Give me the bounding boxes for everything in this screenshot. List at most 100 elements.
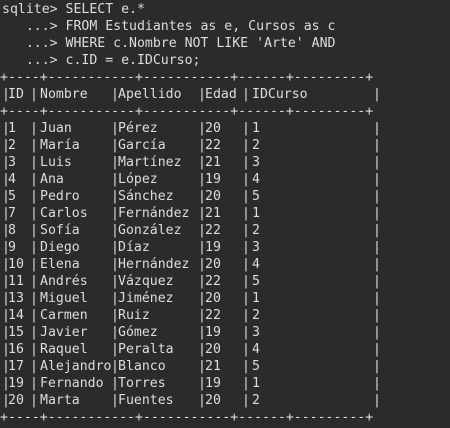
- sql-query-line: ...> WHERE c.Nombre NOT LIKE 'Arte' AND: [2, 36, 336, 51]
- table-cell: Luis: [40, 155, 72, 170]
- table-cell: Pedro: [40, 189, 80, 204]
- column-separator: |: [373, 257, 381, 272]
- column-separator: |: [373, 189, 381, 204]
- table-cell: 16: [8, 342, 24, 357]
- column-separator: |: [30, 240, 38, 255]
- column-separator: |: [242, 393, 250, 408]
- column-separator: |: [30, 223, 38, 238]
- table-cell: Fernando: [40, 376, 104, 391]
- column-separator: |: [30, 155, 38, 170]
- table-cell: Edad: [205, 87, 237, 102]
- table-cell: 21: [205, 155, 221, 170]
- table-cell: 3: [252, 240, 260, 255]
- table-row: | | | | | | 2 María García 22 2: [0, 137, 450, 154]
- table-cell: 15: [8, 325, 24, 340]
- table-row: | | | | | | 15 Javier Gómez 19 3: [0, 324, 450, 341]
- column-separator: |: [373, 87, 381, 102]
- table-cell: Miguel: [40, 291, 88, 306]
- column-separator: |: [373, 308, 381, 323]
- terminal-window[interactable]: sqlite> SELECT e.* ...> FROM Estudiantes…: [0, 0, 450, 428]
- table-cell: Torres: [118, 376, 166, 391]
- table-border-top: +----+-----------+-----------+------+---…: [0, 70, 374, 85]
- table-cell: Gómez: [118, 325, 158, 340]
- table-cell: 5: [252, 359, 260, 374]
- table-cell: Marta: [40, 393, 80, 408]
- table-cell: 8: [8, 223, 16, 238]
- sql-query-line: sqlite> SELECT e.*: [2, 2, 145, 17]
- table-cell: IDCurso: [252, 87, 308, 102]
- column-separator: |: [30, 172, 38, 187]
- table-cell: Apellido: [118, 87, 182, 102]
- column-separator: |: [30, 274, 38, 289]
- column-separator: |: [373, 172, 381, 187]
- table-cell: Javier: [40, 325, 88, 340]
- table-cell: Alejandro: [40, 359, 112, 374]
- table-cell: 5: [252, 274, 260, 289]
- table-row: | | | | | | 8 Sofía González 22 2: [0, 222, 450, 239]
- table-cell: Nombre: [40, 87, 88, 102]
- column-separator: |: [373, 274, 381, 289]
- table-cell: 19: [205, 325, 221, 340]
- table-border-mid: +----+-----------+-----------+------+---…: [0, 104, 374, 119]
- table-cell: 22: [205, 223, 221, 238]
- column-separator: |: [242, 189, 250, 204]
- table-header-row: | | | | | | ID Nombre Apellido Edad IDCurso: [0, 86, 450, 103]
- table-cell: Vázquez: [118, 274, 174, 289]
- table-cell: Díaz: [118, 240, 150, 255]
- table-cell: 3: [252, 325, 260, 340]
- table-cell: 2: [252, 308, 260, 323]
- table-cell: López: [118, 172, 158, 187]
- table-row: | | | | | | 10 Elena Hernández 20 4: [0, 256, 450, 273]
- column-separator: |: [242, 240, 250, 255]
- table-cell: Ruiz: [118, 308, 150, 323]
- table-cell: Raquel: [40, 342, 88, 357]
- table-cell: Juan: [40, 121, 72, 136]
- column-separator: |: [373, 325, 381, 340]
- table-cell: Martínez: [118, 155, 182, 170]
- sql-query-line: ...> FROM Estudiantes as e, Cursos as c: [2, 19, 336, 34]
- column-separator: |: [30, 121, 38, 136]
- table-cell: 21: [205, 206, 221, 221]
- table-cell: González: [118, 223, 182, 238]
- table-cell: 4: [8, 172, 16, 187]
- table-cell: 1: [252, 121, 260, 136]
- table-cell: 14: [8, 308, 24, 323]
- column-separator: |: [242, 155, 250, 170]
- column-separator: |: [30, 206, 38, 221]
- column-separator: |: [242, 206, 250, 221]
- column-separator: |: [242, 291, 250, 306]
- column-separator: |: [30, 87, 38, 102]
- column-separator: |: [242, 359, 250, 374]
- column-separator: |: [30, 291, 38, 306]
- table-row: | | | | | | 1 Juan Pérez 20 1: [0, 120, 450, 137]
- table-cell: 5: [252, 189, 260, 204]
- column-separator: |: [373, 342, 381, 357]
- table-cell: Carmen: [40, 308, 88, 323]
- column-separator: |: [242, 308, 250, 323]
- column-separator: |: [30, 308, 38, 323]
- table-cell: 19: [205, 240, 221, 255]
- table-cell: Diego: [40, 240, 80, 255]
- column-separator: |: [242, 376, 250, 391]
- table-cell: 19: [205, 376, 221, 391]
- table-cell: 1: [252, 206, 260, 221]
- table-cell: 22: [205, 308, 221, 323]
- column-separator: |: [30, 138, 38, 153]
- column-separator: |: [373, 376, 381, 391]
- table-cell: 5: [8, 189, 16, 204]
- column-separator: |: [242, 138, 250, 153]
- table-cell: 10: [8, 257, 24, 272]
- column-separator: |: [242, 87, 250, 102]
- table-row: | | | | | | 13 Miguel Jiménez 20 1: [0, 290, 450, 307]
- table-cell: 20: [205, 291, 221, 306]
- table-border-bottom: +----+-----------+-----------+------+---…: [0, 410, 374, 425]
- table-row: | | | | | | 7 Carlos Fernández 21 1: [0, 205, 450, 222]
- column-separator: |: [373, 223, 381, 238]
- table-row: | | | | | | 3 Luis Martínez 21 3: [0, 154, 450, 171]
- table-cell: Hernández: [118, 257, 190, 272]
- table-cell: 20: [205, 342, 221, 357]
- table-cell: Fernández: [118, 206, 190, 221]
- table-cell: 20: [205, 257, 221, 272]
- column-separator: |: [242, 325, 250, 340]
- column-separator: |: [373, 291, 381, 306]
